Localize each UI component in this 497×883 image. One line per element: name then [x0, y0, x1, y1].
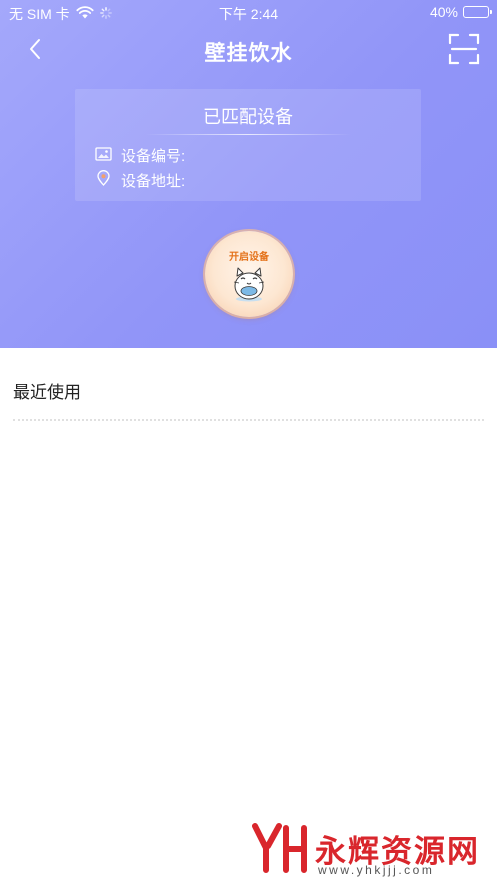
status-time: 下午 2:44: [218, 6, 279, 22]
device-number-label: 设备编号:: [121, 148, 186, 165]
start-device-label: 开启设备: [229, 252, 269, 263]
watermark: 永辉资源网 www.yhkjjj.com: [252, 822, 492, 880]
device-address-label: 设备地址:: [121, 173, 186, 190]
device-number-row: 设备编号:: [95, 145, 185, 166]
cat-mascot-icon: [230, 264, 268, 307]
scan-icon: [448, 33, 480, 70]
battery-icon: [463, 6, 492, 18]
status-right: 40%: [429, 4, 492, 20]
yh-logo-icon: [252, 822, 310, 883]
status-bar: 无 SIM 卡 下午 2:44 40%: [0, 0, 497, 26]
recent-use-heading: 最近使用: [13, 383, 81, 402]
device-address-row: 设备地址:: [95, 170, 185, 191]
hero-banner: 无 SIM 卡 下午 2:44 40% 壁挂饮水 已匹配设备 设备编号: 设备地…: [0, 0, 497, 348]
recent-divider: [13, 419, 484, 421]
battery-percent: 40%: [429, 4, 458, 20]
image-icon: [95, 146, 112, 165]
watermark-url: www.yhkjjj.com: [318, 863, 435, 877]
start-device-button[interactable]: 开启设备: [205, 231, 293, 317]
nav-bar: 壁挂饮水: [0, 26, 497, 76]
matched-device-card: 已匹配设备 设备编号: 设备地址:: [75, 89, 421, 201]
location-pin-icon: [95, 170, 112, 191]
page-title: 壁挂饮水: [204, 42, 293, 65]
scan-button[interactable]: [445, 32, 483, 70]
divider: [145, 134, 351, 135]
device-card-title: 已匹配设备: [203, 107, 293, 127]
